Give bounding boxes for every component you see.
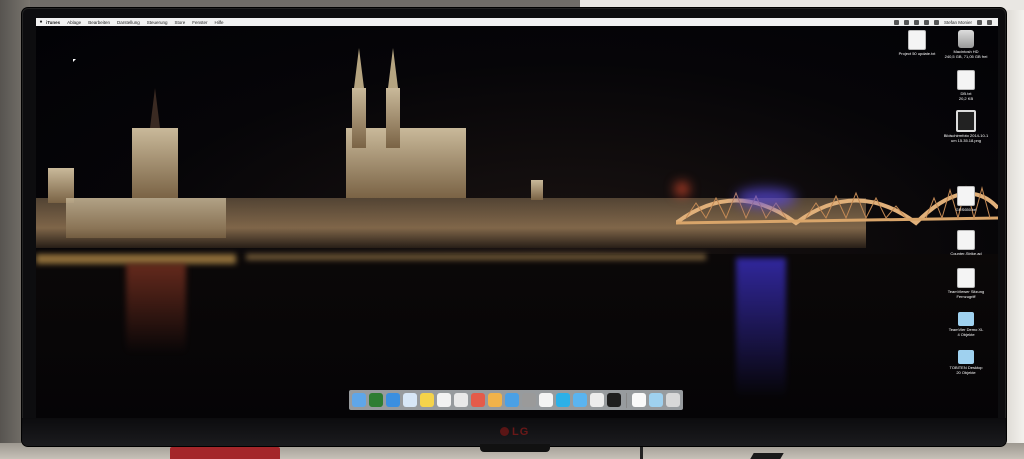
document-icon bbox=[957, 186, 975, 206]
folder-icon bbox=[958, 312, 974, 326]
desktop-icon-label: TOBITEN Desktop 20 Objekte bbox=[949, 365, 983, 375]
calendar-icon[interactable] bbox=[437, 393, 451, 407]
desktop-icon-label: TeamVier Demo XL 4 Objekte bbox=[948, 327, 984, 337]
menu-steuerung[interactable]: Steuerung bbox=[147, 20, 168, 25]
cathedral-tower-right bbox=[386, 88, 400, 148]
folder-icon bbox=[958, 350, 974, 364]
textedit-icon[interactable] bbox=[539, 393, 553, 407]
desktop-icon-label: Counter-Strike.ad bbox=[950, 251, 982, 256]
desktop-icon-macintosh-hd[interactable]: Macintosh HD 240,5 GB, 71,05 GB frei bbox=[941, 30, 991, 59]
desktop-icon-tobiten-folder[interactable]: TOBITEN Desktop 20 Objekte bbox=[941, 350, 991, 375]
document-icon bbox=[908, 30, 926, 50]
menu-app[interactable]: iTunes bbox=[46, 20, 60, 25]
system-preferences-icon[interactable] bbox=[522, 393, 536, 407]
preview-icon[interactable] bbox=[454, 393, 468, 407]
dashboard-icon[interactable] bbox=[369, 393, 383, 407]
lg-logo-icon bbox=[500, 427, 509, 436]
safari-icon[interactable] bbox=[386, 393, 400, 407]
wifi-icon[interactable] bbox=[913, 19, 919, 25]
mail-icon[interactable] bbox=[403, 393, 417, 407]
desktop-icon-teamvier-folder[interactable]: TeamVier Demo XL 4 Objekte bbox=[941, 312, 991, 337]
app-store-icon[interactable] bbox=[505, 393, 519, 407]
reflection-left bbox=[36, 254, 236, 264]
hard-drive-icon bbox=[958, 30, 974, 48]
menu-ablage[interactable]: Ablage bbox=[67, 20, 81, 25]
cable-on-desk bbox=[750, 453, 784, 459]
red-object bbox=[170, 447, 280, 459]
notes-icon[interactable] bbox=[420, 393, 434, 407]
terminal-icon[interactable] bbox=[607, 393, 621, 407]
small-tower bbox=[531, 180, 543, 200]
reflection-blue bbox=[736, 258, 786, 398]
monitor-brand-logo: LG bbox=[500, 426, 529, 438]
itunes-icon[interactable] bbox=[471, 393, 485, 407]
desktop-icon-counter-strike[interactable]: Counter-Strike.ad bbox=[941, 230, 991, 256]
apple-menu-icon[interactable]: ● bbox=[36, 19, 46, 25]
desktop-icon-label: Macintosh HD 240,5 GB, 71,05 GB frei bbox=[944, 49, 988, 59]
desktop-icon-label: TeamViewer Sitzung Fernzugriff bbox=[947, 289, 985, 299]
desktop-icon-label: DB.txt 20,2 KB bbox=[958, 91, 974, 101]
screen: ● iTunes Ablage Bearbeiten Darstellung S… bbox=[36, 18, 998, 418]
church-spire bbox=[150, 88, 160, 128]
church-tower bbox=[132, 128, 178, 198]
desktop-icon-teamviewer-session[interactable]: TeamViewer Sitzung Fernzugriff bbox=[941, 268, 991, 299]
red-light bbox=[676, 183, 688, 195]
desktop-icon-label: Bildschirmfoto 2014-10-1 um 15.35.18.png bbox=[943, 133, 989, 143]
blue-light-glow bbox=[736, 188, 796, 208]
cathedral-spire-right bbox=[388, 48, 398, 88]
desktop-icon-project-file[interactable]: Project 50 update.txt bbox=[892, 30, 942, 56]
dock bbox=[349, 390, 683, 410]
brand-label: LG bbox=[512, 426, 530, 438]
cathedral-spire-left bbox=[354, 48, 364, 88]
twitter-status-icon[interactable] bbox=[903, 19, 909, 25]
desktop-icon-label: Project 50 update.txt bbox=[898, 51, 936, 56]
document-icon bbox=[957, 230, 975, 250]
reflection-red bbox=[126, 264, 186, 354]
dock-separator bbox=[626, 392, 627, 408]
monitor-stand bbox=[480, 444, 550, 452]
document-icon bbox=[957, 70, 975, 90]
reflection-center bbox=[246, 254, 706, 260]
document-icon bbox=[957, 268, 975, 288]
menubar: ● iTunes Ablage Bearbeiten Darstellung S… bbox=[36, 18, 998, 26]
desktop-icon-grs650[interactable]: GRS650.txt bbox=[941, 186, 991, 212]
battery-icon[interactable] bbox=[933, 19, 939, 25]
menu-fenster[interactable]: Fenster bbox=[192, 20, 207, 25]
xcode-icon[interactable] bbox=[590, 393, 604, 407]
spotlight-icon[interactable] bbox=[977, 19, 982, 25]
teamviewer-icon[interactable] bbox=[573, 393, 587, 407]
desktop-icon-db[interactable]: DB.txt 20,2 KB bbox=[941, 70, 991, 101]
desktop-icon-label: GRS650.txt bbox=[955, 207, 977, 212]
old-town-buildings bbox=[66, 198, 226, 238]
document-icon[interactable] bbox=[632, 393, 646, 407]
flag-icon[interactable] bbox=[923, 19, 929, 25]
menu-hilfe[interactable]: Hilfe bbox=[215, 20, 224, 25]
finder-icon[interactable] bbox=[352, 393, 366, 407]
status-icon[interactable] bbox=[893, 19, 899, 25]
menu-bearbeiten[interactable]: Bearbeiten bbox=[88, 20, 110, 25]
notification-center-icon[interactable] bbox=[987, 19, 992, 25]
downloads-folder-icon[interactable] bbox=[649, 393, 663, 407]
cathedral-tower-left bbox=[352, 88, 366, 148]
menubar-user[interactable]: Stefan Monier bbox=[944, 20, 972, 25]
image-file-icon bbox=[956, 110, 976, 132]
mouse-cursor-icon bbox=[73, 59, 76, 62]
menu-darstellung[interactable]: Darstellung bbox=[117, 20, 140, 25]
trash-icon[interactable] bbox=[666, 393, 680, 407]
desktop-icon-screenshot[interactable]: Bildschirmfoto 2014-10-1 um 15.35.18.png bbox=[941, 110, 991, 143]
skype-icon[interactable] bbox=[556, 393, 570, 407]
menu-store[interactable]: Store bbox=[175, 20, 186, 25]
photos-icon[interactable] bbox=[488, 393, 502, 407]
